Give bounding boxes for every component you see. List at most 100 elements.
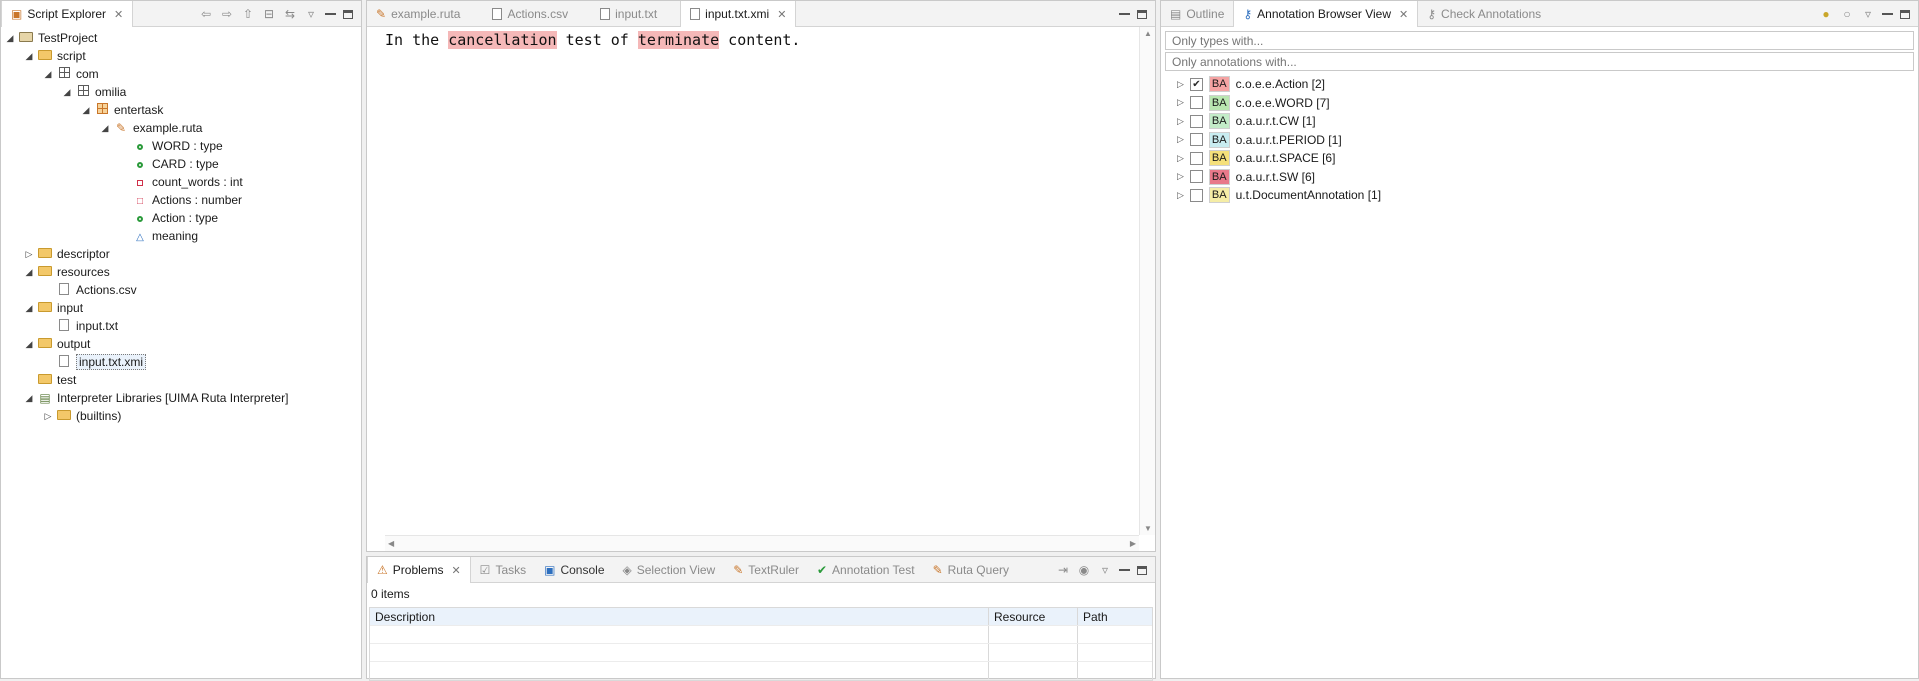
annotation-type-item[interactable]: ▷ BA o.a.u.r.t.PERIOD [1] — [1177, 131, 1342, 149]
tree-item[interactable]: Action : type — [3, 209, 361, 227]
tab-problems[interactable]: ⚠ Problems ✕ — [367, 557, 471, 583]
tree-item[interactable]: input.txt — [3, 317, 361, 335]
expanded-icon[interactable]: ◢ — [79, 105, 93, 116]
scroll-right-icon[interactable]: ▶ — [1130, 539, 1136, 548]
minimize-icon[interactable] — [1882, 7, 1893, 21]
expand-icon[interactable]: ▷ — [1177, 116, 1184, 127]
minimize-icon[interactable] — [325, 7, 336, 21]
annotation-checkbox[interactable] — [1189, 133, 1203, 146]
focus-icon[interactable]: ⇥ — [1056, 563, 1070, 577]
tree-item[interactable]: Actions.csv — [3, 281, 361, 299]
annotation-checkbox[interactable]: ✔ — [1189, 77, 1203, 91]
expanded-icon[interactable]: ◢ — [22, 339, 36, 350]
expand-icon[interactable]: ▷ — [1177, 153, 1184, 164]
maximize-icon[interactable] — [1137, 7, 1147, 21]
annotation-checkbox[interactable] — [1189, 151, 1203, 165]
tree-item[interactable]: ◢ com — [3, 65, 361, 83]
expanded-icon[interactable]: ◢ — [22, 51, 36, 62]
tree-item[interactable]: test — [3, 371, 361, 389]
document-text[interactable]: In the cancellation test of terminate co… — [385, 31, 800, 49]
collapse-all-icon[interactable]: ⊟ — [262, 7, 276, 21]
annotation-type-item[interactable]: ▷ BA o.a.u.r.t.CW [1] — [1177, 112, 1316, 130]
tab-check-annotations[interactable]: ⚷ Check Annotations — [1418, 1, 1550, 26]
annotation-type-item[interactable]: ▷ BA u.t.DocumentAnnotation [1] — [1177, 186, 1381, 204]
vertical-scrollbar[interactable]: ▲ ▼ — [1139, 27, 1155, 535]
tab-selection-view[interactable]: ◈ Selection View — [614, 557, 725, 582]
tree-item[interactable]: ◢ resources — [3, 263, 361, 281]
collapsed-icon[interactable]: ▷ — [22, 249, 36, 260]
expanded-icon[interactable]: ◢ — [3, 33, 17, 44]
tab-console[interactable]: ▣ Console — [535, 557, 613, 582]
filter-icon[interactable]: ◉ — [1077, 563, 1091, 577]
column-path[interactable]: Path — [1078, 608, 1152, 625]
maximize-icon[interactable] — [1900, 7, 1910, 21]
link-with-editor-icon[interactable]: ⇆ — [283, 7, 297, 21]
expand-icon[interactable]: ▷ — [1177, 97, 1184, 108]
close-icon[interactable]: ✕ — [114, 8, 123, 21]
minimize-icon[interactable] — [1119, 563, 1130, 577]
expand-icon[interactable]: ▷ — [1177, 134, 1184, 145]
tab-annotation-test[interactable]: ✔ Annotation Test — [808, 557, 924, 582]
tab-script-explorer[interactable]: ▣ Script Explorer ✕ — [1, 1, 134, 27]
annotation-type-item[interactable]: ▷ BA o.a.u.r.t.SPACE [6] — [1177, 149, 1335, 167]
tree-item[interactable]: ▷ (builtins) — [3, 407, 361, 425]
expanded-icon[interactable]: ◢ — [22, 303, 36, 314]
annotation-filter-input[interactable] — [1165, 52, 1914, 71]
close-icon[interactable]: ✕ — [1399, 8, 1408, 21]
annotation-type-item[interactable]: ▷ BA o.a.u.r.t.SW [6] — [1177, 168, 1315, 186]
forward-icon[interactable]: ⇨ — [220, 7, 234, 21]
tab-actions-csv[interactable]: Actions.csv — [483, 1, 577, 26]
tree-item[interactable]: ◢ ▤ Interpreter Libraries [UIMA Ruta Inter… — [3, 389, 361, 407]
close-icon[interactable]: ✕ — [451, 564, 460, 577]
column-description[interactable]: Description — [370, 608, 989, 625]
tree-item[interactable]: ◢ output — [3, 335, 361, 353]
tree-item[interactable]: ◢ TestProject — [3, 29, 361, 47]
minimize-icon[interactable] — [1119, 7, 1130, 21]
tab-outline[interactable]: ▤ Outline — [1161, 1, 1233, 26]
tab-input-txt[interactable]: input.txt — [591, 1, 666, 26]
tree-item[interactable]: △ meaning — [3, 227, 361, 245]
up-icon[interactable]: ⇧ — [241, 7, 255, 21]
horizontal-scrollbar[interactable]: ◀ ▶ — [385, 535, 1139, 551]
scroll-down-icon[interactable]: ▼ — [1144, 524, 1152, 533]
scroll-up-icon[interactable]: ▲ — [1144, 29, 1152, 38]
lightbulb-icon[interactable]: ○ — [1840, 7, 1854, 21]
tree-item[interactable]: input.txt.xmi — [3, 353, 361, 371]
tree-item[interactable]: count_words : int — [3, 173, 361, 191]
view-menu-icon[interactable]: ▿ — [1098, 563, 1112, 577]
tab-input-txt-xmi[interactable]: input.txt.xmi ✕ — [680, 1, 797, 27]
annotation-checkbox[interactable] — [1189, 114, 1203, 128]
back-icon[interactable]: ⇦ — [199, 7, 213, 21]
annotation-checkbox[interactable] — [1189, 170, 1203, 183]
expanded-icon[interactable]: ◢ — [41, 69, 55, 80]
expanded-icon[interactable]: ◢ — [22, 267, 36, 278]
tree-item[interactable]: ◢ input — [3, 299, 361, 317]
tab-textruler[interactable]: ✎ TextRuler — [724, 557, 808, 582]
tree-item[interactable]: WORD : type — [3, 137, 361, 155]
scroll-left-icon[interactable]: ◀ — [388, 539, 394, 548]
tree-item[interactable]: ◢ omilia — [3, 83, 361, 101]
annotation-checkbox[interactable] — [1189, 188, 1203, 202]
tab-ruta-query[interactable]: ✎ Ruta Query — [924, 557, 1018, 582]
column-resource[interactable]: Resource — [989, 608, 1078, 625]
annotation-type-item[interactable]: ▷ BA c.o.e.e.WORD [7] — [1177, 94, 1330, 112]
view-menu-icon[interactable]: ▿ — [1861, 7, 1875, 21]
collapsed-icon[interactable]: ▷ — [41, 411, 55, 422]
type-filter-input[interactable] — [1165, 31, 1914, 50]
tree-item[interactable]: CARD : type — [3, 155, 361, 173]
maximize-icon[interactable] — [343, 7, 353, 21]
annotation-type-item[interactable]: ▷ ✔ BA c.o.e.e.Action [2] — [1177, 75, 1325, 93]
tab-example-ruta[interactable]: ✎ example.ruta — [367, 1, 469, 26]
expanded-icon[interactable]: ◢ — [60, 87, 74, 98]
view-menu-icon[interactable]: ▿ — [304, 7, 318, 21]
tree-item[interactable]: ▷ descriptor — [3, 245, 361, 263]
tab-annotation-browser[interactable]: ⚷ Annotation Browser View ✕ — [1233, 1, 1419, 27]
tree-item[interactable]: □ Actions : number — [3, 191, 361, 209]
annotation-checkbox[interactable] — [1189, 96, 1203, 109]
add-type-icon[interactable]: ● — [1819, 7, 1833, 21]
expand-icon[interactable]: ▷ — [1177, 171, 1184, 182]
tree-item[interactable]: ◢ ✎ example.ruta — [3, 119, 361, 137]
tab-tasks[interactable]: ☑ Tasks — [471, 557, 535, 582]
maximize-icon[interactable] — [1137, 563, 1147, 577]
expanded-icon[interactable]: ◢ — [98, 123, 112, 134]
